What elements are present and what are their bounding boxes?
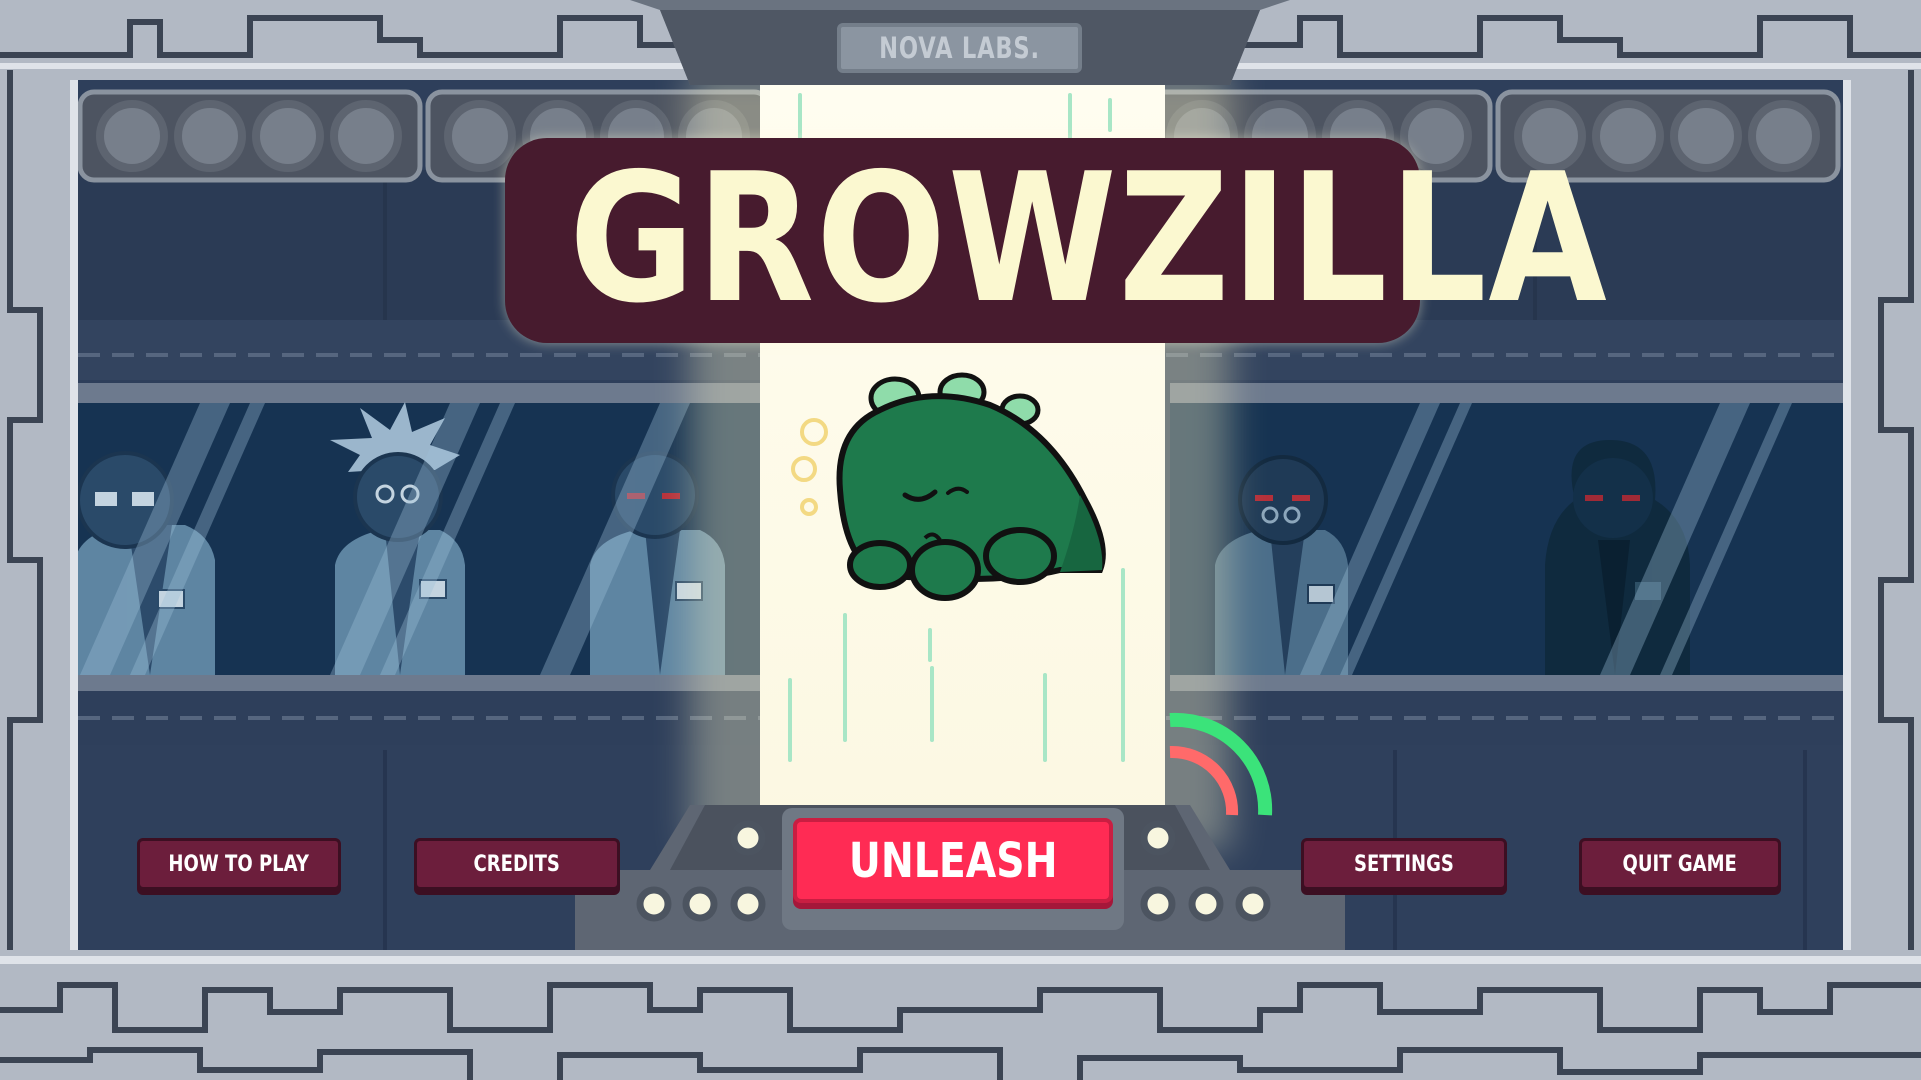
game-title-text: GROWZILLA <box>569 135 1609 342</box>
game-title: GROWZILLA <box>505 135 1609 343</box>
credits-button[interactable]: CREDITS <box>414 838 620 890</box>
quit-game-button[interactable]: QUIT GAME <box>1579 838 1781 890</box>
settings-button[interactable]: SETTINGS <box>1301 838 1507 890</box>
unleash-button[interactable]: UNLEASH <box>793 818 1113 903</box>
how-to-play-button[interactable]: HOW TO PLAY <box>137 838 341 890</box>
studio-badge: NOVA LABS. <box>837 23 1082 73</box>
studio-badge-label: NOVA LABS. <box>879 31 1040 65</box>
main-menu-screen: NOVA LABS. GROWZILLA HOW TO PLAY CREDITS… <box>0 0 1921 1080</box>
